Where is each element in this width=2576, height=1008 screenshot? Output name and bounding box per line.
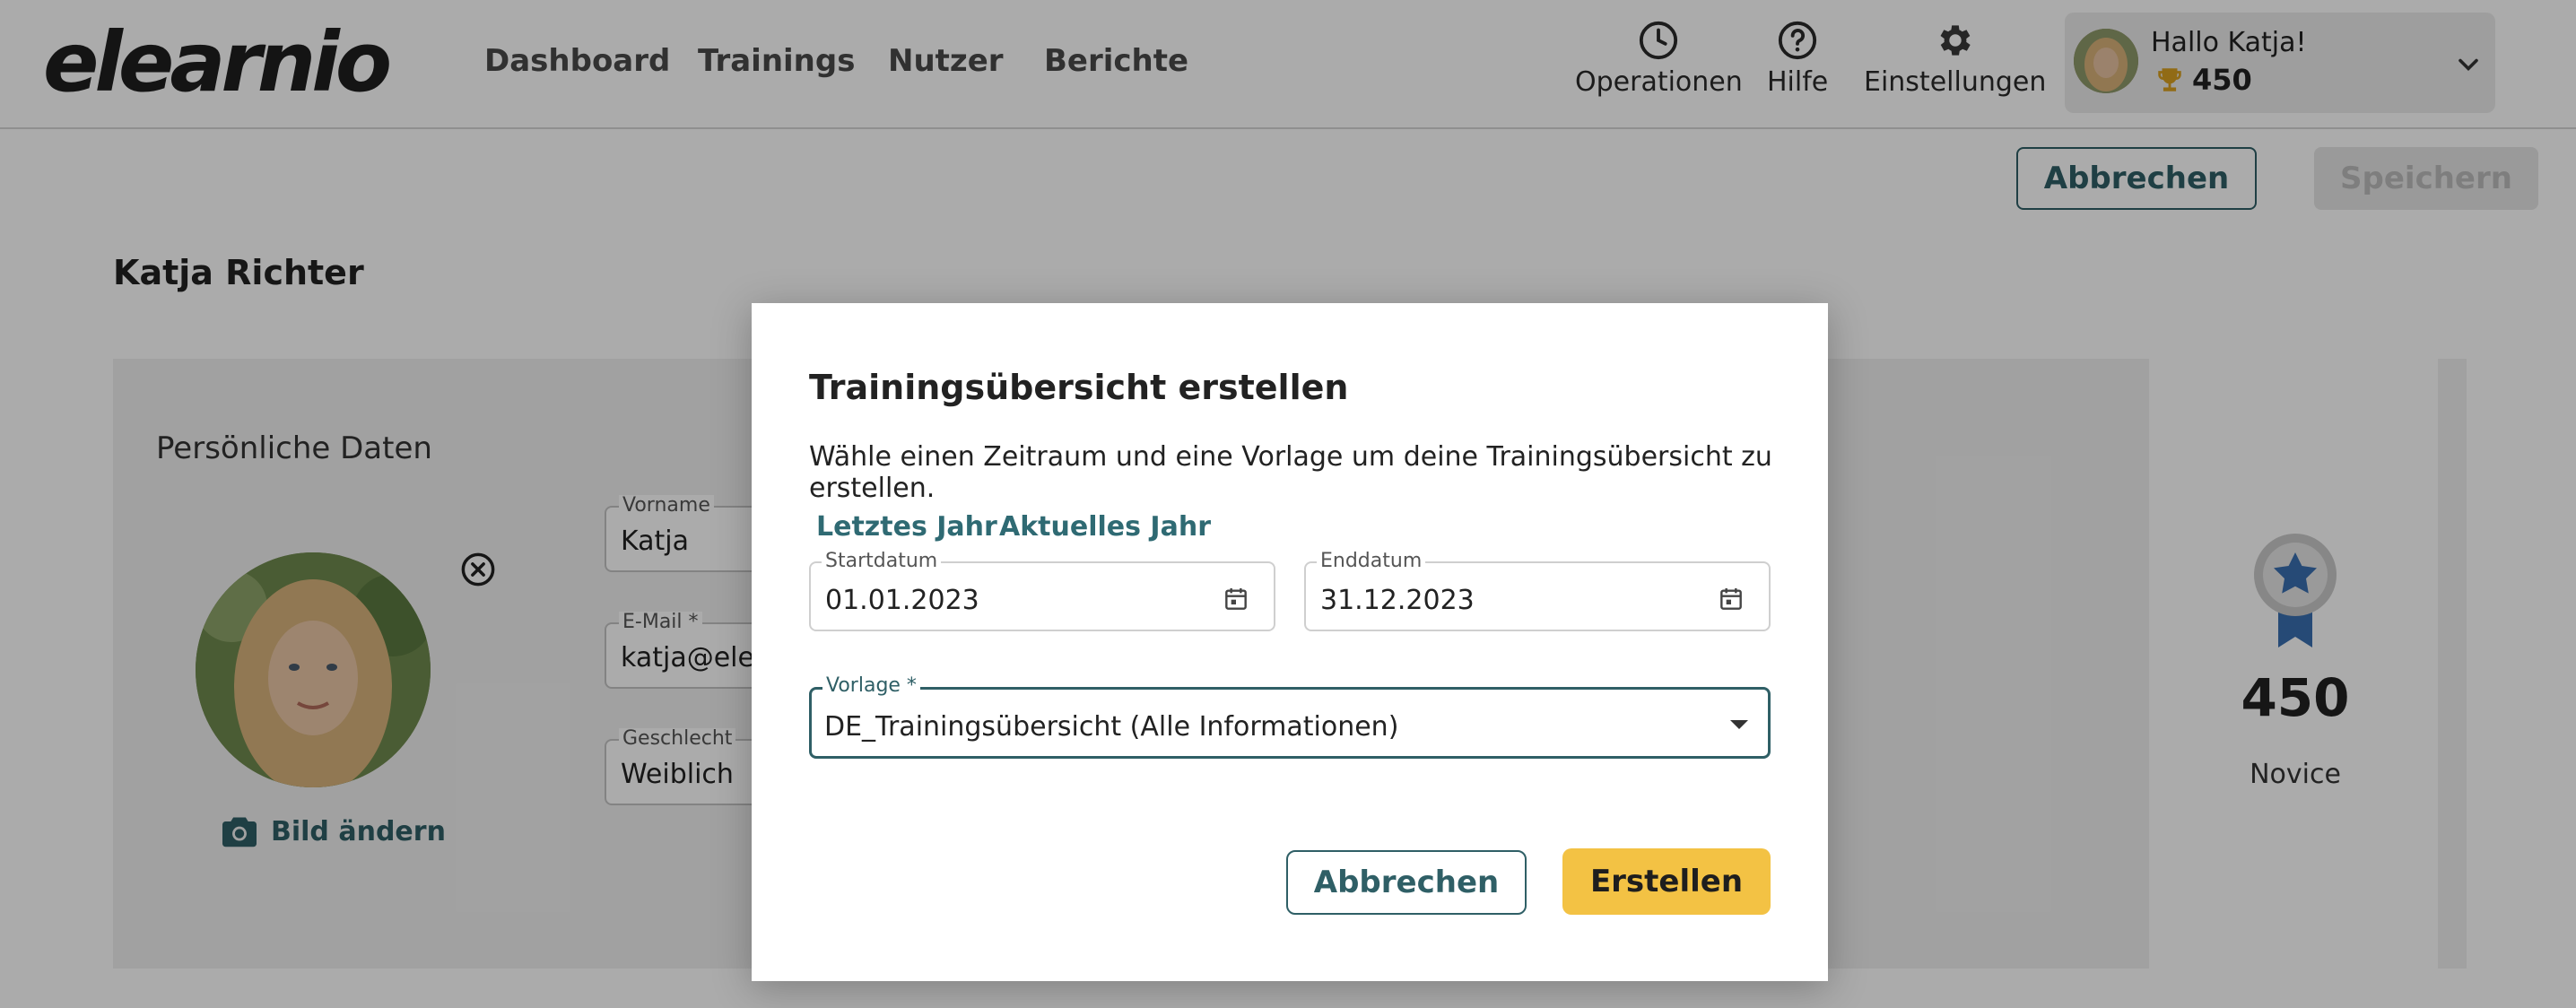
template-select[interactable]: Vorlage * DE_Trainingsübersicht (Alle In… [809,675,1771,759]
end-date-label: Enddatum [1317,551,1426,572]
start-date-value: 01.01.2023 [825,585,979,616]
dialog-cancel-button[interactable]: Abbrechen [1286,850,1527,915]
start-date-field[interactable]: Startdatum 01.01.2023 [809,551,1275,631]
last-year-link[interactable]: Letztes Jahr [816,511,997,543]
dialog-create-button[interactable]: Erstellen [1562,848,1771,915]
dialog-title: Trainingsübersicht erstellen [809,368,1349,407]
dropdown-arrow-icon[interactable] [1728,718,1750,731]
template-label: Vorlage * [822,675,920,697]
calendar-icon[interactable] [1222,585,1250,613]
end-date-value: 31.12.2023 [1320,585,1475,616]
end-date-field[interactable]: Enddatum 31.12.2023 [1304,551,1771,631]
create-training-overview-dialog: Trainingsübersicht erstellen Wähle einen… [752,303,1828,981]
dialog-description: Wähle einen Zeitraum und eine Vorlage um… [809,441,1772,504]
current-year-link[interactable]: Aktuelles Jahr [999,511,1211,543]
start-date-label: Startdatum [822,551,942,572]
calendar-icon[interactable] [1717,585,1745,613]
template-value: DE_Trainingsübersicht (Alle Informatione… [824,711,1399,743]
